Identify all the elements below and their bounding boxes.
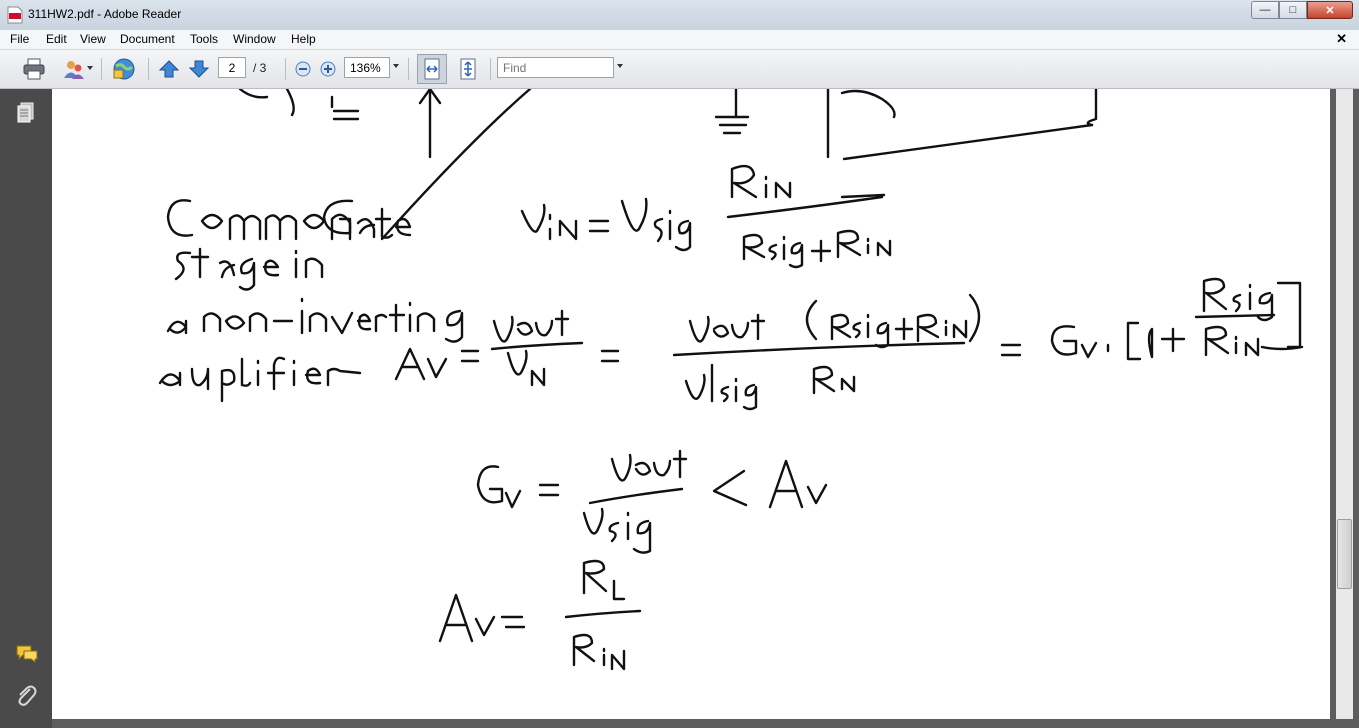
- fit-width-icon: [424, 58, 440, 80]
- minimize-button[interactable]: —: [1251, 1, 1279, 19]
- zoom-out-icon: [295, 61, 311, 76]
- navigation-panel: [0, 89, 52, 728]
- zoom-dropdown-chevron-down-icon[interactable]: [393, 64, 399, 68]
- find-input[interactable]: [497, 57, 614, 78]
- total-pages: / 3: [253, 61, 267, 75]
- collaborate-button[interactable]: [57, 56, 93, 81]
- menu-file[interactable]: File: [10, 32, 29, 46]
- close-button[interactable]: ✕: [1307, 1, 1353, 19]
- menu-document[interactable]: Document: [120, 32, 175, 46]
- zoom-in-icon: [320, 61, 336, 76]
- toolbar-divider: [148, 58, 149, 80]
- menu-bar: File Edit View Document Tools Window Hel…: [0, 30, 1359, 50]
- fit-page-icon: [460, 58, 476, 79]
- scrollbar-thumb[interactable]: [1337, 519, 1352, 589]
- zoom-out-button[interactable]: [292, 56, 314, 81]
- arrow-down-icon: [188, 60, 210, 78]
- maximize-button[interactable]: □: [1279, 1, 1307, 19]
- menu-view[interactable]: View: [80, 32, 106, 46]
- menu-window[interactable]: Window: [233, 32, 276, 46]
- window-title: 311HW2.pdf - Adobe Reader: [28, 7, 182, 21]
- pages-icon[interactable]: [16, 102, 36, 124]
- fit-page-button[interactable]: [455, 56, 481, 81]
- comments-icon[interactable]: [15, 644, 39, 664]
- previous-page-button[interactable]: [157, 56, 181, 81]
- toolbar: 2 / 3 136%: [0, 50, 1359, 89]
- zoom-in-button[interactable]: [317, 56, 339, 81]
- secure-button[interactable]: [109, 56, 139, 81]
- printer-icon: [23, 58, 45, 79]
- menu-help[interactable]: Help: [291, 32, 316, 46]
- fit-width-button[interactable]: [417, 54, 447, 84]
- scrollbar-track[interactable]: [1336, 89, 1353, 719]
- close-document-button[interactable]: ✕: [1336, 31, 1347, 47]
- menu-edit[interactable]: Edit: [46, 32, 67, 46]
- title-bar: 311HW2.pdf - Adobe Reader — □ ✕: [0, 0, 1359, 30]
- print-button[interactable]: [20, 56, 48, 81]
- toolbar-divider: [285, 58, 286, 80]
- window-controls: — □ ✕: [1251, 1, 1353, 19]
- document-page[interactable]: [52, 89, 1330, 719]
- find-options-chevron-down-icon[interactable]: [617, 64, 623, 68]
- pdf-file-icon: [7, 6, 23, 24]
- paperclip-icon[interactable]: [15, 683, 37, 707]
- vertical-scrollbar[interactable]: [1330, 89, 1359, 728]
- menu-tools[interactable]: Tools: [190, 32, 218, 46]
- collaborate-icon: [64, 60, 84, 79]
- next-page-button[interactable]: [187, 56, 211, 81]
- toolbar-divider: [490, 58, 491, 80]
- arrow-up-icon: [158, 59, 180, 77]
- toolbar-divider: [101, 58, 102, 80]
- zoom-level-input[interactable]: 136%: [344, 57, 390, 78]
- handwritten-notes-image: [158, 89, 1304, 671]
- page-number-input[interactable]: 2: [218, 57, 246, 78]
- globe-icon: [113, 58, 135, 79]
- chevron-down-icon: [87, 66, 93, 70]
- bottom-edge: [52, 719, 1330, 728]
- toolbar-divider: [408, 58, 409, 80]
